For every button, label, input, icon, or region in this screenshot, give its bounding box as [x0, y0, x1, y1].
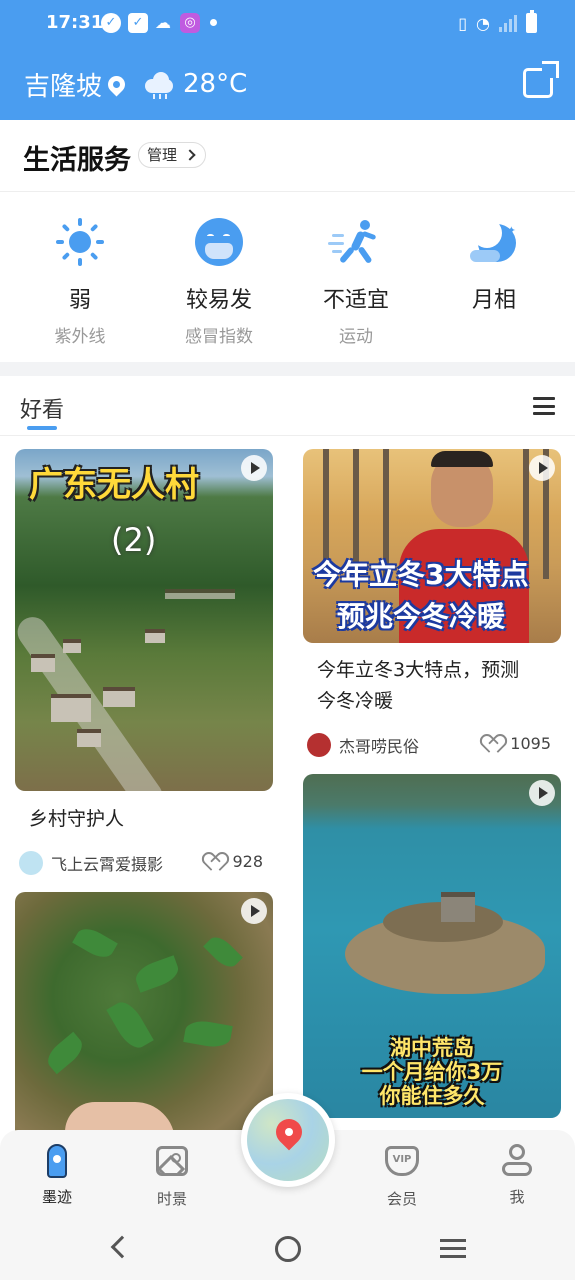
- share-icon[interactable]: [523, 61, 559, 98]
- card-meta: 飞上云霄爱摄影 928: [19, 850, 277, 876]
- play-icon: [529, 455, 555, 481]
- service-cold-index[interactable]: 较易发 感冒指数: [149, 218, 289, 348]
- top-header: 17:31 ✓ ✓ ☁ ◎ ▯ ◔ 吉隆坡 28°C: [0, 0, 575, 120]
- nav-label: 时景: [156, 1190, 187, 1208]
- feed-tabs: 好看: [0, 376, 575, 436]
- manage-button[interactable]: 管理: [138, 142, 207, 168]
- city-name[interactable]: 吉隆坡: [24, 66, 102, 103]
- video-card[interactable]: 今年立冬3大特点 预兆今冬冷暖 今年立冬3大特点，预测 今冬冷暖 杰哥唠民俗 1…: [303, 449, 561, 769]
- more-notifications-icon: [210, 19, 217, 26]
- thumbnail-caption: 广东无人村: [29, 465, 199, 505]
- tab-haokan[interactable]: 好看: [20, 392, 64, 424]
- system-navigation-bar: [0, 1220, 575, 1280]
- nav-moji[interactable]: 墨迹: [17, 1144, 97, 1210]
- video-thumbnail[interactable]: [15, 892, 273, 1152]
- vibrate-icon: ▯: [458, 13, 468, 33]
- life-services-panel: 生活服务 管理 弱 紫外线 较易发 感冒指数 不适宜 运动 ✦ 月相: [0, 120, 575, 362]
- service-uv[interactable]: 弱 紫外线: [10, 218, 150, 348]
- tab-indicator: [27, 426, 57, 430]
- location-weather[interactable]: 吉隆坡 28°C: [24, 64, 247, 104]
- vip-icon: VIP: [385, 1146, 419, 1176]
- video-card[interactable]: 广东无人村 (2) 乡村守护人 飞上云霄爱摄影 928: [15, 449, 273, 879]
- card-title[interactable]: 今年立冬3大特点，预测 今冬冷暖: [317, 655, 519, 717]
- service-label: 感冒指数: [185, 327, 253, 347]
- card-meta: 杰哥唠民俗 1095: [307, 732, 565, 758]
- video-thumbnail[interactable]: 广东无人村 (2): [15, 449, 273, 791]
- service-label: 紫外线: [54, 327, 106, 347]
- nav-shijing[interactable]: 时景: [132, 1144, 212, 1210]
- avatar[interactable]: [19, 851, 43, 875]
- play-icon: [241, 455, 267, 481]
- heart-icon: [206, 854, 224, 870]
- recent-apps-icon[interactable]: [440, 1239, 466, 1259]
- nav-vip[interactable]: VIP 会员: [362, 1144, 442, 1210]
- map-fab-button[interactable]: [241, 1093, 335, 1187]
- author-name[interactable]: 杰哥唠民俗: [339, 733, 419, 757]
- nav-label: 会员: [386, 1190, 417, 1208]
- service-value: 弱: [68, 288, 91, 313]
- service-moon-phase[interactable]: ✦ 月相: [424, 218, 564, 348]
- like-count[interactable]: 1095: [484, 734, 551, 753]
- check-circle-icon: ✓: [101, 13, 121, 33]
- user-icon: [500, 1144, 534, 1178]
- video-card[interactable]: [15, 892, 273, 1152]
- mask-face-icon: [195, 218, 243, 266]
- home-icon[interactable]: [275, 1236, 301, 1262]
- location-pin-icon: [270, 1113, 308, 1151]
- play-icon: [241, 898, 267, 924]
- thumbnail-caption-part: (2): [111, 521, 157, 559]
- runner-icon: [328, 218, 380, 266]
- image-icon: [156, 1146, 188, 1176]
- video-card[interactable]: 湖中荒岛 一个月给你3万 你能住多久: [303, 774, 561, 1118]
- author-name[interactable]: 飞上云霄爱摄影: [51, 851, 163, 875]
- service-value: 月相: [471, 288, 516, 313]
- video-thumbnail[interactable]: 今年立冬3大特点 预兆今冬冷暖: [303, 449, 561, 643]
- service-exercise[interactable]: 不适宜 运动: [286, 218, 426, 348]
- heart-icon: [484, 736, 502, 752]
- app-notification-icon: ◎: [180, 13, 200, 33]
- section-title: 生活服务: [23, 145, 131, 176]
- life-services-header: 生活服务 管理: [0, 120, 575, 192]
- moon-icon: ✦: [470, 218, 518, 266]
- play-icon: [529, 780, 555, 806]
- service-value: 较易发: [185, 288, 252, 313]
- status-time: 17:31: [46, 12, 104, 33]
- map-icon: [247, 1099, 329, 1181]
- sun-icon: [56, 218, 104, 266]
- nav-label: 我: [509, 1188, 525, 1206]
- wifi-icon: ◔: [476, 13, 490, 33]
- thumbnail-caption: 湖中荒岛 一个月给你3万 你能住多久: [361, 1036, 503, 1108]
- avatar[interactable]: [307, 733, 331, 757]
- back-icon[interactable]: [110, 1235, 134, 1259]
- shield-icon: ✓: [128, 13, 148, 33]
- like-count[interactable]: 928: [206, 852, 263, 871]
- card-title[interactable]: 乡村守护人: [29, 804, 124, 835]
- battery-icon: [526, 10, 537, 33]
- thumbnail-caption-part: 预兆今冬冷暖: [337, 600, 506, 633]
- rocket-icon: [47, 1144, 67, 1178]
- cloud-icon: ☁: [155, 13, 171, 32]
- cloud-rain-icon: [143, 71, 175, 99]
- menu-icon[interactable]: [533, 397, 555, 415]
- service-label: 运动: [339, 327, 373, 347]
- service-value: 不适宜: [322, 288, 389, 313]
- system-indicators: ▯ ◔: [458, 10, 537, 35]
- nav-me[interactable]: 我: [477, 1144, 557, 1210]
- video-thumbnail[interactable]: 湖中荒岛 一个月给你3万 你能住多久: [303, 774, 561, 1118]
- temperature: 28°C: [183, 69, 248, 99]
- thumbnail-caption: 今年立冬3大特点: [313, 558, 529, 591]
- nav-label: 墨迹: [41, 1188, 72, 1206]
- signal-icon: [499, 14, 517, 32]
- status-bar: 17:31 ✓ ✓ ☁ ◎ ▯ ◔: [0, 0, 575, 48]
- location-pin-icon: [104, 71, 129, 97]
